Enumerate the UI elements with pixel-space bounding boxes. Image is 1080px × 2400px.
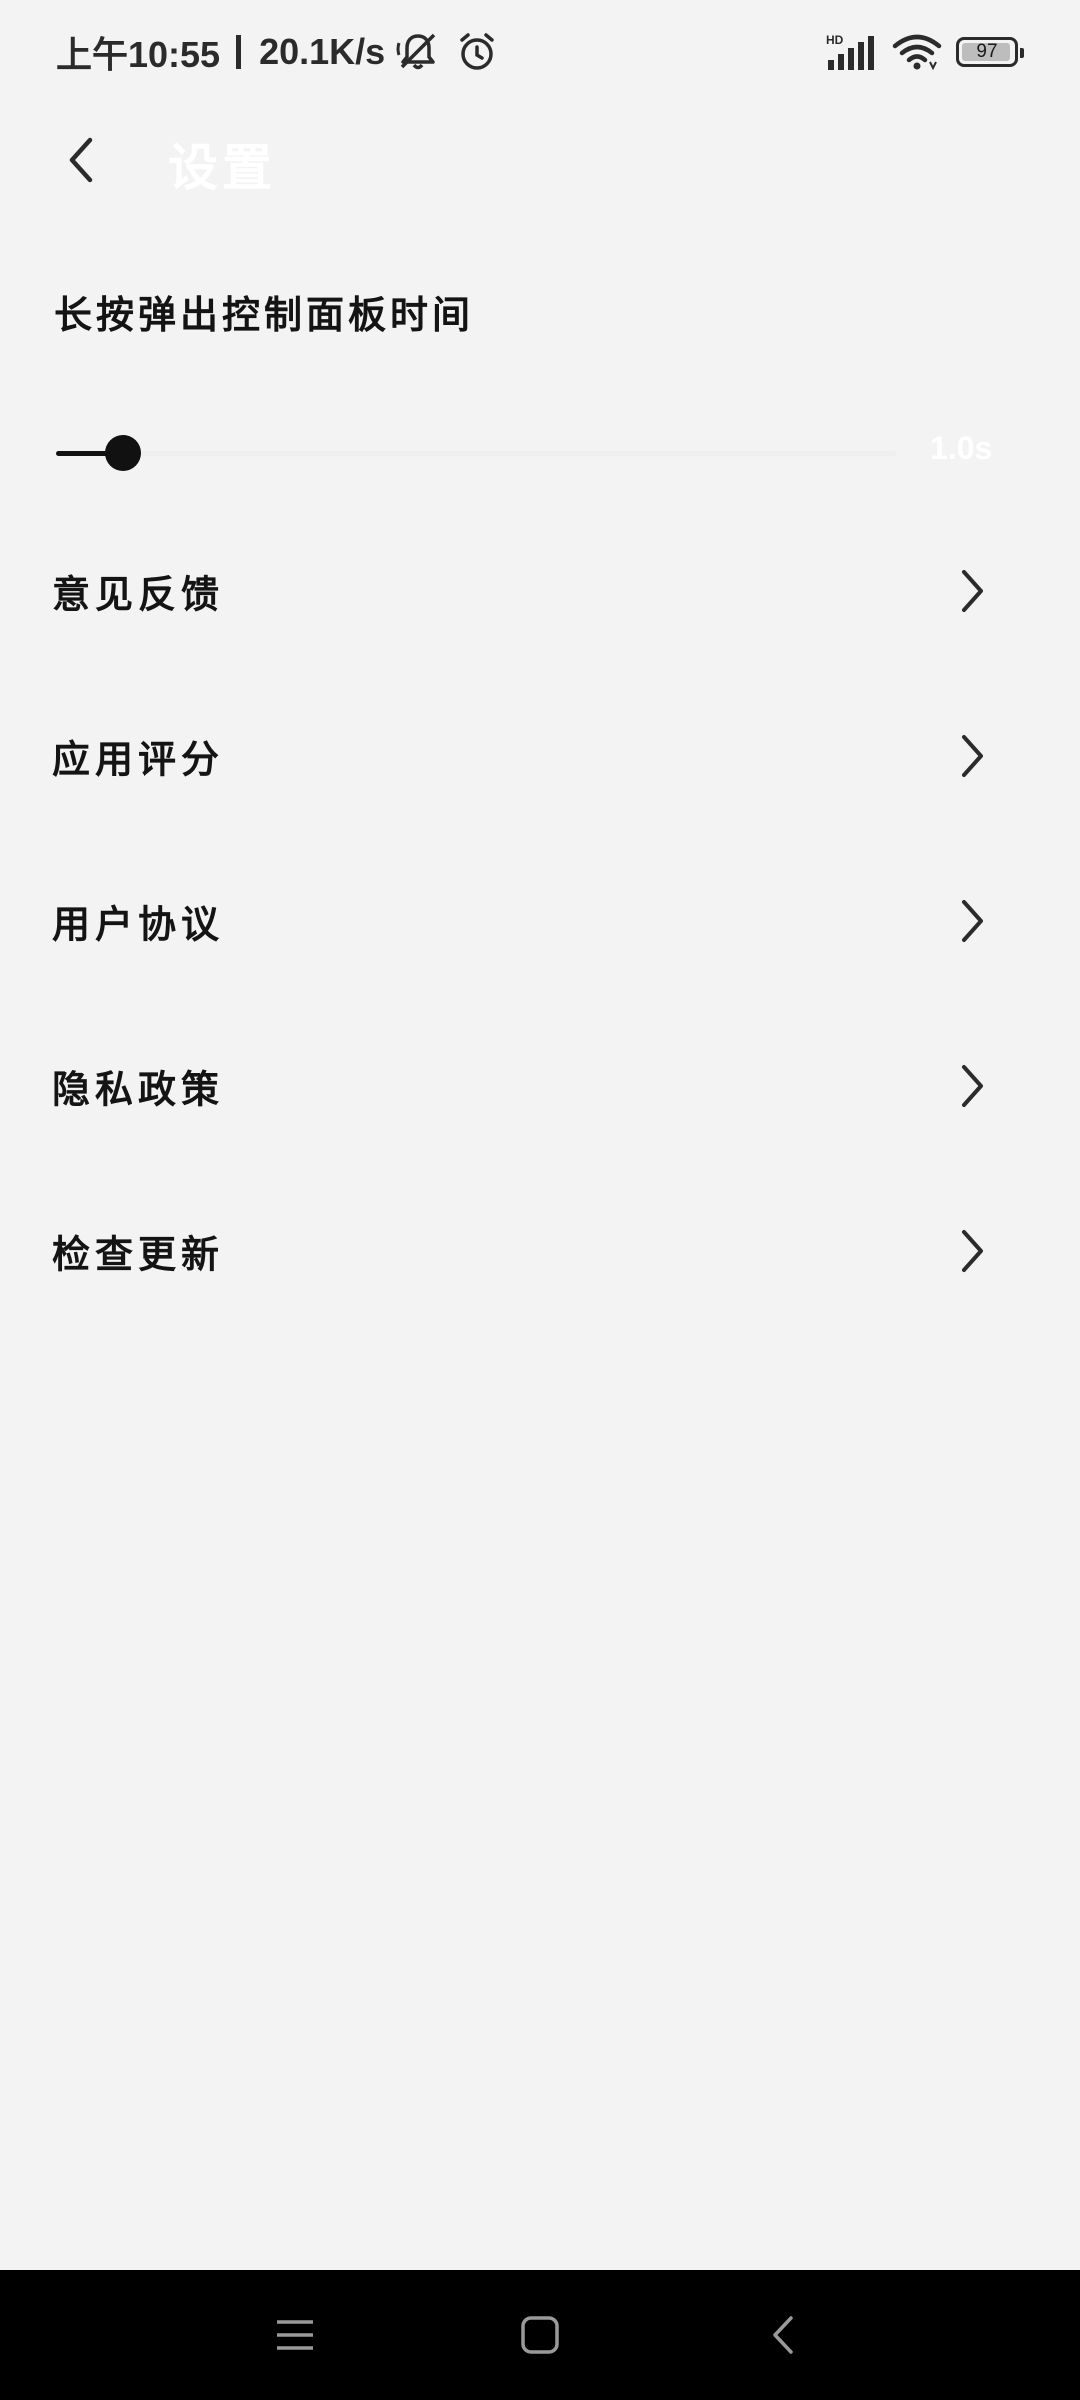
wifi-icon [892, 34, 942, 71]
slider-value: 1.0s [930, 430, 993, 466]
menu-item-label: 隐私政策 [52, 1066, 225, 1111]
menu-icon [277, 2320, 313, 2350]
status-right: HD 97 [824, 26, 1024, 78]
menu-item-user-agreement[interactable]: 用户协议 [0, 838, 1080, 1003]
status-bar: 上午10:55 20.1K/s HD 97 [0, 0, 1080, 104]
menu-item-check-update[interactable]: 检查更新 [0, 1168, 1080, 1333]
hd-signal-icon: HD [826, 33, 874, 70]
status-time: 上午10:55 [56, 34, 221, 75]
app-bar: 设置 [0, 110, 1080, 210]
long-press-title: 长按弹出控制面板时间 [54, 292, 475, 337]
back-button[interactable] [46, 124, 118, 196]
network-speed: 20.1K/s [259, 31, 386, 72]
menu-item-label: 意见反馈 [52, 571, 225, 616]
chevron-right-icon [952, 896, 992, 946]
menu-item-feedback[interactable]: 意见反馈 [0, 508, 1080, 673]
hd-label: HD [826, 33, 844, 47]
slider-thumb[interactable] [105, 435, 141, 471]
status-left: 上午10:55 20.1K/s [56, 24, 499, 80]
status-separator [236, 35, 242, 69]
system-nav-bar [0, 2270, 1080, 2400]
settings-menu: 意见反馈 应用评分 用户协议 隐私政策 检查更新 [0, 508, 1080, 1333]
nav-home-button[interactable] [507, 2302, 573, 2368]
back-icon [773, 2316, 793, 2354]
chevron-right-icon [952, 1226, 992, 1276]
page-title: 设置 [168, 138, 276, 197]
battery-level: 97 [976, 41, 998, 62]
menu-item-label: 检查更新 [52, 1231, 225, 1276]
menu-item-label: 应用评分 [52, 736, 225, 781]
battery-icon: 97 [956, 37, 1024, 67]
long-press-slider[interactable] [56, 432, 896, 474]
chevron-right-icon [952, 566, 992, 616]
alarm-icon [460, 33, 494, 70]
menu-item-rate-app[interactable]: 应用评分 [0, 673, 1080, 838]
slider-track [56, 451, 896, 456]
nav-back-button[interactable] [752, 2302, 818, 2368]
bell-muted-icon [396, 33, 436, 70]
menu-item-privacy-policy[interactable]: 隐私政策 [0, 1003, 1080, 1168]
chevron-right-icon [952, 731, 992, 781]
home-icon [521, 2316, 559, 2354]
menu-item-label: 用户协议 [52, 901, 225, 946]
chevron-right-icon [952, 1061, 992, 1111]
settings-screen: 上午10:55 20.1K/s HD 97 设置 长按弹出控制面板时间 1.0s… [0, 0, 1080, 2400]
nav-menu-button[interactable] [262, 2302, 328, 2368]
chevron-left-icon [69, 137, 93, 183]
